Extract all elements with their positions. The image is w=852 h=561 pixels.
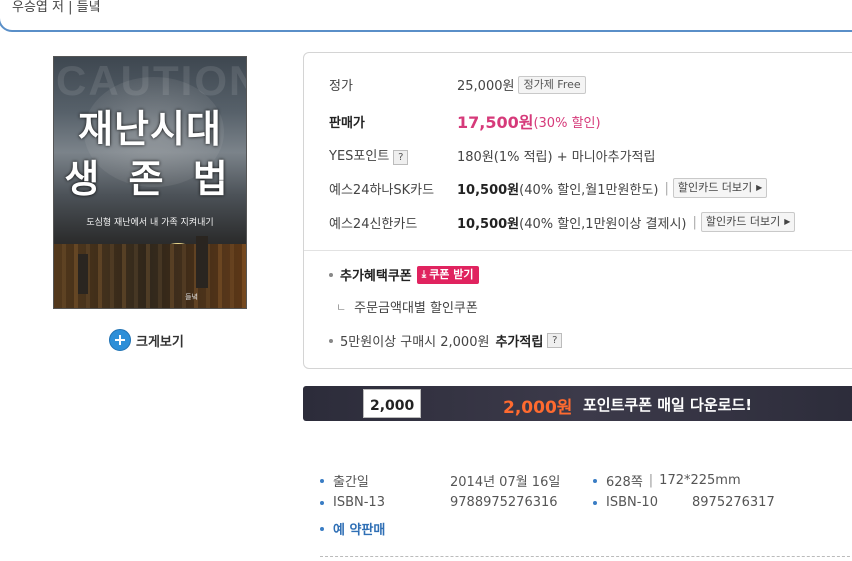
coupon-label: 추가혜택쿠폰 bbox=[340, 269, 412, 284]
card1-label: 예스24하나SK카드 bbox=[329, 182, 435, 198]
isbn13-value: 9788975276316 bbox=[450, 495, 558, 510]
cover-title-line-1: 재난시대 bbox=[78, 107, 222, 151]
list-price-label: 정가 bbox=[329, 79, 353, 94]
coupon-sub-row: ㄴ 주문금액대별 할인쿠폰 bbox=[336, 297, 478, 317]
pages-size-row: 628쪽 | 172*225mm bbox=[593, 471, 741, 490]
more-cards-label: 할인카드 더보기 bbox=[677, 181, 753, 194]
pub-date-row: 출간일 2014년 07월 16일 bbox=[320, 471, 560, 490]
pub-date-value: 2014년 07월 16일 bbox=[450, 475, 561, 490]
get-coupon-button[interactable]: ⤓ 쿠폰 받기 bbox=[416, 265, 479, 284]
card1-desc: (40% 할인,월1만원한도) bbox=[519, 182, 659, 198]
banner-text: 포인트쿠폰 매일 다운로드! bbox=[583, 396, 753, 414]
yes-point-label-wrap: YES포인트? bbox=[329, 145, 457, 165]
cover-tower bbox=[196, 236, 208, 288]
isbn10-label: ISBN-10 bbox=[606, 495, 658, 510]
author-publisher-line[interactable]: 우승엽 저 | 들녘 bbox=[12, 0, 101, 15]
separator: | bbox=[664, 180, 669, 196]
card1-row: 예스24하나SK카드 10,500원 (40% 할인,월1만원한도) | 할인카… bbox=[329, 178, 768, 198]
coupon-card-graphic: 2,000 bbox=[363, 389, 421, 418]
card2-row: 예스24신한카드 10,500원 (40% 할인,1만원이상 결제시) | 할인… bbox=[329, 212, 796, 232]
cover-caution-text: CAUTION bbox=[56, 57, 247, 104]
coupon-card-amount: 2,000 bbox=[370, 398, 415, 414]
isbn13-row: ISBN-13 9788975276316 bbox=[320, 495, 558, 510]
isbn13-label: ISBN-13 bbox=[333, 495, 385, 510]
section-divider bbox=[304, 250, 852, 251]
yes-point-label: YES포인트 bbox=[329, 149, 390, 164]
zoom-button[interactable]: 크게보기 bbox=[109, 329, 184, 351]
list-price-value: 25,000원 bbox=[457, 79, 515, 94]
sale-price-value: 17,500원 bbox=[457, 113, 534, 132]
extra-point-bold: 추가적립 bbox=[495, 335, 544, 350]
cover-subtitle: 도심형 재난에서 내 가족 지켜내기 bbox=[86, 218, 214, 228]
preorder-row: 예 약판매 bbox=[320, 519, 385, 538]
coupon-row: 추가혜택쿠폰 ⤓ 쿠폰 받기 bbox=[329, 265, 479, 284]
zoom-label: 크게보기 bbox=[136, 334, 184, 350]
banner-amount: 2,000원 bbox=[503, 398, 573, 418]
yes-point-row: YES포인트? 180원(1% 적립) + 마니아추가적립 bbox=[329, 145, 655, 165]
card2-label: 예스24신한카드 bbox=[329, 216, 418, 232]
sale-price-discount: (30% 할인) bbox=[533, 115, 601, 131]
price-free-chip: 정가제 Free bbox=[518, 75, 586, 94]
bullet-icon bbox=[329, 272, 333, 277]
page-count: 628쪽 bbox=[606, 475, 643, 490]
price-info-box: 정가 25,000원 정가제 Free 판매가 17,500원 (30% 할인)… bbox=[303, 52, 852, 369]
cover-publisher-logo: 들녘 bbox=[185, 293, 198, 301]
card2-desc: (40% 할인,1만원이상 결제시) bbox=[519, 216, 687, 232]
bullet-icon bbox=[320, 500, 324, 505]
bullet-icon bbox=[320, 526, 324, 531]
bullet-icon bbox=[593, 500, 597, 505]
cover-tower bbox=[78, 254, 88, 294]
help-icon[interactable]: ? bbox=[547, 333, 563, 348]
dotted-divider bbox=[320, 556, 852, 557]
header-bar bbox=[0, 0, 852, 32]
yes-point-value: 180원(1% 적립) + 마니아추가적립 bbox=[457, 149, 656, 165]
isbn10-value: 8975276317 bbox=[692, 495, 775, 510]
coupon-sub-text[interactable]: 주문금액대별 할인쿠폰 bbox=[354, 297, 478, 316]
download-icon: ⤓ bbox=[421, 268, 427, 280]
book-dimensions: 172*225mm bbox=[659, 473, 741, 488]
separator: | bbox=[692, 214, 697, 230]
get-coupon-label: 쿠폰 받기 bbox=[429, 267, 474, 281]
card2-price: 10,500원 bbox=[457, 216, 520, 232]
more-cards-label: 할인카드 더보기 bbox=[705, 215, 781, 228]
more-discount-cards-button[interactable]: 할인카드 더보기 ▶ bbox=[672, 178, 768, 198]
plus-circle-icon bbox=[109, 329, 131, 351]
book-cover-image[interactable]: CAUTION 재난시대 생 존 법 도심형 재난에서 내 가족 지켜내기 들녘 bbox=[53, 56, 247, 309]
bullet-icon bbox=[593, 478, 597, 483]
cover-title-line-2: 생 존 법 bbox=[64, 157, 236, 201]
extra-point-text: 5만원이상 구매시 2,000원 bbox=[340, 335, 490, 350]
chevron-right-icon: ▶ bbox=[756, 183, 763, 192]
chevron-right-icon: ▶ bbox=[784, 217, 791, 226]
bullet-icon bbox=[320, 478, 324, 483]
extra-point-row: 5만원이상 구매시 2,000원 추가적립 ? bbox=[329, 331, 563, 350]
sale-price-row: 판매가 17,500원 (30% 할인) bbox=[329, 109, 601, 133]
more-discount-cards-button[interactable]: 할인카드 더보기 ▶ bbox=[700, 212, 796, 232]
help-icon[interactable]: ? bbox=[393, 150, 409, 165]
separator: | bbox=[648, 473, 654, 488]
list-price-row: 정가 25,000원 정가제 Free bbox=[329, 75, 586, 94]
pub-date-label: 출간일 bbox=[333, 475, 369, 490]
preorder-label[interactable]: 예 약판매 bbox=[333, 519, 385, 538]
sale-price-label: 판매가 bbox=[329, 115, 365, 131]
isbn10-row: ISBN-10 8975276317 bbox=[593, 495, 775, 510]
sub-item-marker: ㄴ bbox=[336, 300, 347, 314]
bullet-icon bbox=[329, 338, 333, 343]
point-coupon-banner[interactable]: 2,000 2,000원 포인트쿠폰 매일 다운로드! bbox=[303, 386, 852, 421]
card1-price: 10,500원 bbox=[457, 182, 520, 198]
